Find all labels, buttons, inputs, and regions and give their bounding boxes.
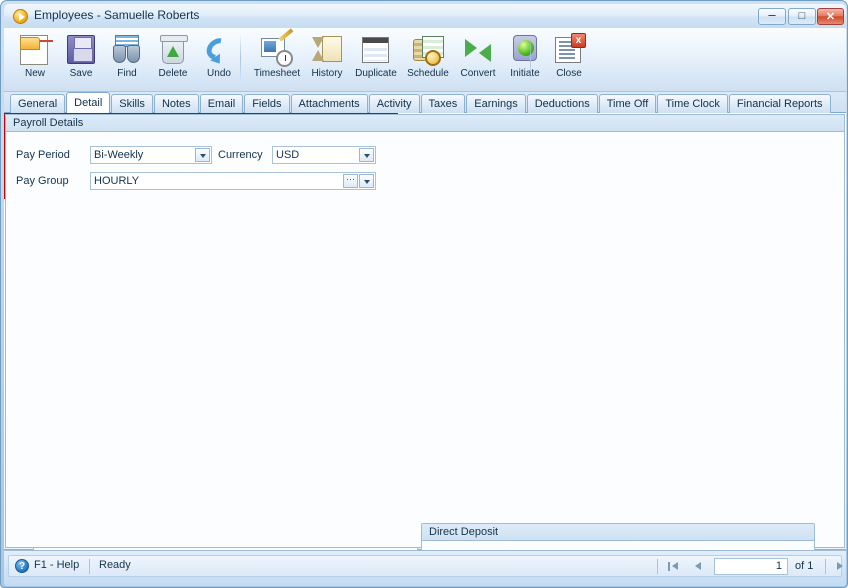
toolbar-button-schedule[interactable]: Schedule: [398, 30, 458, 88]
ready-status-text: Ready: [99, 559, 131, 571]
binoculars-icon: [110, 33, 144, 67]
toolbar-separator-1: [240, 34, 241, 84]
tab-general[interactable]: General: [10, 94, 66, 113]
pay-group-lookup-button[interactable]: ···: [343, 174, 358, 188]
close-icon: ✕: [825, 11, 836, 23]
maximize-icon: □: [798, 10, 806, 22]
initiate-green-light-icon: [508, 33, 542, 67]
first-record-button[interactable]: [665, 559, 683, 574]
tab-fields[interactable]: Fields: [244, 94, 290, 113]
page-number-input[interactable]: 1: [714, 558, 788, 575]
pay-group-value: HOURLY: [94, 175, 140, 187]
page-total-text: of 1: [795, 560, 814, 572]
maximize-button[interactable]: □: [788, 8, 816, 25]
status-separator: [89, 559, 90, 574]
window-title: Employees - Samuelle Roberts: [34, 8, 200, 22]
toolbar-button-undo[interactable]: Undo: [192, 30, 246, 88]
hourglass-scroll-icon: [310, 33, 344, 67]
new-record-icon: [18, 33, 53, 67]
tab-taxes[interactable]: Taxes: [420, 94, 466, 113]
tab-time-clock[interactable]: Time Clock: [657, 94, 728, 113]
tab-attachments[interactable]: Attachments: [290, 94, 368, 113]
direct-deposit-title: Direct Deposit: [422, 524, 814, 541]
tab-earnings[interactable]: Earnings: [466, 94, 526, 113]
question-mark-icon: ?: [15, 559, 29, 573]
tab-notes[interactable]: Notes: [153, 94, 199, 113]
pay-period-label: Pay Period: [16, 149, 70, 161]
tab-detail[interactable]: Detail: [66, 92, 111, 113]
timesheet-clock-icon: [260, 28, 294, 67]
pay-group-input[interactable]: HOURLY ···: [90, 172, 376, 190]
toolbar-button-timesheet[interactable]: Timesheet: [247, 28, 307, 88]
currency-label: Currency: [218, 149, 263, 161]
pay-period-select[interactable]: Bi-Weekly: [90, 146, 212, 164]
tab-email[interactable]: Email: [199, 94, 244, 113]
payroll-details-title: Payroll Details: [6, 115, 844, 132]
app-play-circle-icon: [13, 9, 28, 24]
pay-period-dropdown-button[interactable]: [195, 148, 210, 162]
tab-bar: General Detail Skills Notes Email Fields…: [4, 92, 846, 113]
convert-arrows-icon: [461, 33, 495, 67]
toolbar-label-duplicate: Duplicate: [355, 68, 397, 79]
toolbar-label-schedule: Schedule: [407, 68, 449, 79]
tab-time-off[interactable]: Time Off: [598, 94, 657, 113]
toolbar-label-undo: Undo: [207, 68, 231, 79]
first-record-arrow-icon: [672, 562, 678, 570]
currency-select[interactable]: USD: [272, 146, 376, 164]
undo-arrow-icon: [202, 33, 236, 67]
toolbar-button-close[interactable]: x Close: [542, 30, 596, 88]
minimize-button[interactable]: –: [758, 7, 786, 25]
payroll-details-panel-highlighted: Payroll Details Pay Period Bi-Weekly Cur…: [4, 113, 845, 548]
first-record-bar-icon: [668, 562, 670, 571]
title-bar: Employees - Samuelle Roberts – □ ✕: [4, 4, 846, 28]
toolbar-button-duplicate[interactable]: Duplicate: [346, 30, 406, 88]
tab-skills[interactable]: Skills: [111, 94, 153, 113]
currency-value: USD: [276, 149, 300, 161]
payroll-details-panel: Payroll Details Pay Period Bi-Weekly Cur…: [5, 114, 845, 548]
detail-tab-content: Employee ID E10011 Name Samuelle Roberts…: [4, 113, 846, 586]
schedule-calendar-clock-icon: [411, 33, 445, 67]
recycle-bin-icon: [156, 33, 190, 67]
pay-group-label: Pay Group: [16, 175, 69, 187]
duplicate-grid-icon: [359, 33, 393, 67]
pay-period-value: Bi-Weekly: [94, 149, 144, 161]
close-document-icon: x: [552, 33, 586, 67]
status-bar-inner: ? F1 - Help Ready 1 of 1: [8, 555, 843, 577]
next-record-arrow-icon: [837, 562, 843, 570]
window-inner: Employees - Samuelle Roberts – □ ✕ New S…: [4, 4, 846, 586]
x-badge-icon: x: [571, 33, 586, 48]
tab-activity[interactable]: Activity: [368, 94, 420, 113]
tab-deductions[interactable]: Deductions: [526, 94, 598, 113]
tab-financial-reports[interactable]: Financial Reports: [728, 94, 831, 113]
nav-separator-right: [825, 559, 826, 574]
close-window-button[interactable]: ✕: [817, 8, 844, 25]
minimize-icon: –: [768, 7, 776, 22]
currency-dropdown-button[interactable]: [359, 148, 374, 162]
payroll-details-body: Pay Period Bi-Weekly Currency USD Pay Gr…: [6, 133, 844, 547]
pay-group-dropdown-button[interactable]: [359, 174, 374, 188]
nav-separator-left: [657, 559, 658, 574]
status-bar: ? F1 - Help Ready 1 of 1: [4, 550, 846, 586]
toolbar-label-timesheet: Timesheet: [253, 68, 301, 79]
toolbar-label-close: Close: [556, 68, 582, 79]
next-record-button[interactable]: [831, 559, 846, 574]
toolbar-separator-2: [530, 34, 531, 84]
application-window: Employees - Samuelle Roberts – □ ✕ New S…: [0, 0, 848, 588]
previous-record-arrow-icon: [695, 562, 701, 570]
previous-record-button[interactable]: [689, 559, 707, 574]
floppy-disk-icon: [64, 33, 98, 67]
main-toolbar: New Save Find Delete Undo Timesheet Hist…: [4, 28, 846, 92]
help-text[interactable]: F1 - Help: [34, 559, 79, 571]
